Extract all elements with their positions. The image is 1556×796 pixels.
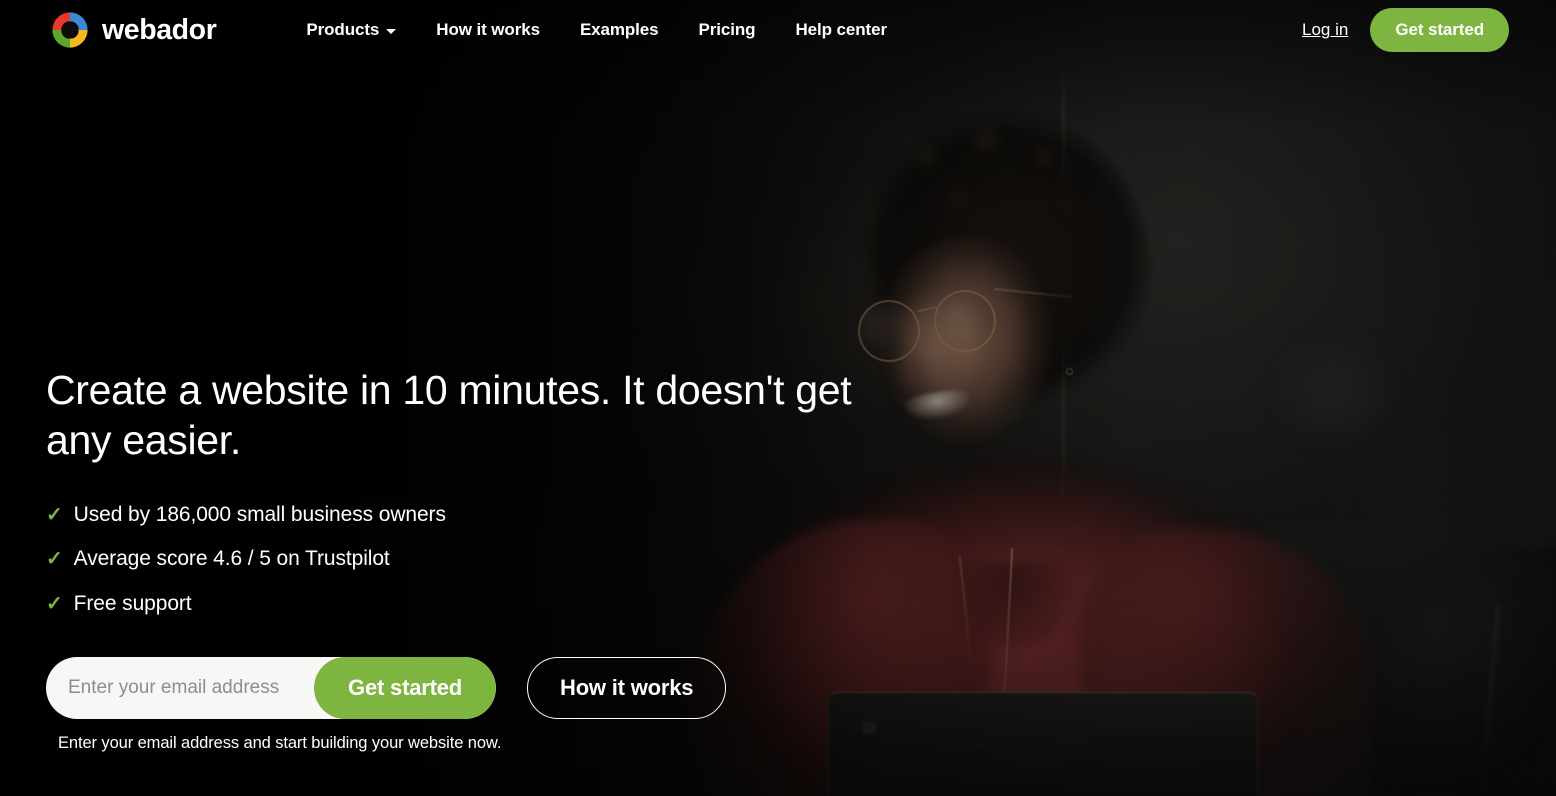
nav-item-pricing[interactable]: Pricing [679,12,776,48]
brand-logo-link[interactable]: webador [50,10,217,50]
nav-item-how-it-works[interactable]: How it works [416,12,560,48]
hero-benefit-text: Used by 186,000 small business owners [73,503,446,527]
brand-name: webador [102,13,217,46]
hero-benefit-item: ✓ Used by 186,000 small business owners [46,503,876,527]
hero-benefits-list: ✓ Used by 186,000 small business owners … [46,503,876,615]
header-get-started-button[interactable]: Get started [1370,8,1509,52]
site-header: webador Products How it works Examples P… [0,0,1556,60]
nav-item-examples[interactable]: Examples [560,12,679,48]
header-actions: Log in Get started [1302,8,1509,52]
hero-get-started-button[interactable]: Get started [314,656,496,719]
hero-section: webador Products How it works Examples P… [0,0,1556,796]
nav-item-help-center-label: Help center [795,20,887,39]
check-icon: ✓ [46,592,63,615]
check-icon: ✓ [46,504,63,527]
hero-content: Create a website in 10 minutes. It doesn… [46,366,876,753]
hero-benefit-text: Free support [73,591,192,615]
chevron-down-icon [386,28,397,34]
hero-benefit-text: Average score 4.6 / 5 on Trustpilot [73,547,390,571]
how-it-works-button[interactable]: How it works [527,656,727,719]
nav-item-help-center[interactable]: Help center [775,12,907,48]
nav-item-products[interactable]: Products [286,12,416,48]
email-input[interactable] [46,656,315,719]
nav-item-pricing-label: Pricing [698,20,756,39]
email-input-group: Get started [46,656,496,719]
nav-item-examples-label: Examples [579,20,659,39]
hero-form-note: Enter your email address and start build… [58,733,502,752]
main-navigation: Products How it works Examples Pricing H… [286,12,907,48]
hero-benefit-item: ✓ Free support [46,592,876,616]
nav-item-how-it-works-label: How it works [436,20,540,39]
nav-item-products-label: Products [306,20,380,39]
webador-pinwheel-logo-icon [52,12,88,48]
hero-benefit-item: ✓ Average score 4.6 / 5 on Trustpilot [46,547,876,571]
check-icon: ✓ [46,548,63,571]
hero-title: Create a website in 10 minutes. It doesn… [46,367,852,463]
hero-signup-form: Get started How it works [46,656,876,719]
login-link[interactable]: Log in [1302,20,1348,40]
